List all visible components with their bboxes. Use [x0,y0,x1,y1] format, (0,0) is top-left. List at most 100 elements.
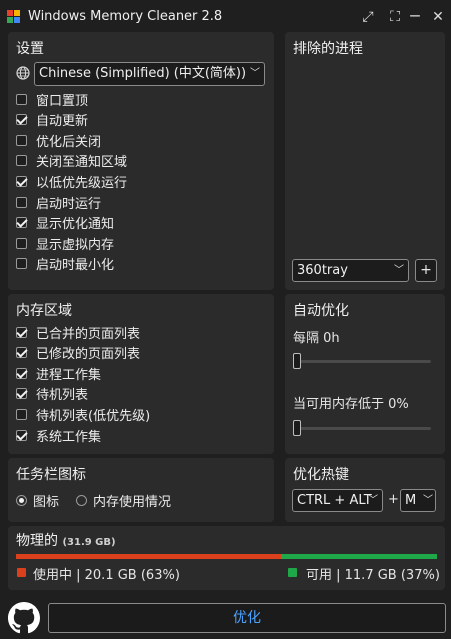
physical-memory-heading: 物理的 (31.9 GB) [16,530,116,550]
checkbox[interactable] [16,347,27,359]
setting-option-label: 优化后关闭 [36,134,102,150]
checkbox[interactable] [16,93,27,105]
used-memory-label: 使用中 | 20.1 GB (63%) [33,568,180,583]
memory-area-option[interactable]: 已修改的页面列表 [16,344,140,362]
setting-option-label: 启动时运行 [36,196,102,212]
chevron-down-icon: ﹀ [423,495,433,506]
memory-area-option-label: 进程工作集 [36,367,102,383]
setting-option[interactable]: 优化后关闭 [16,131,102,150]
setting-option[interactable]: 以低优先级运行 [16,172,127,191]
setting-option-label: 自动更新 [36,114,89,130]
language-select-value: Chinese (Simplified) (中文(简体)) [39,66,247,81]
radio-button[interactable] [76,494,87,506]
used-legend-swatch [17,568,26,577]
memory-area-option[interactable]: 已合并的页面列表 [16,323,141,342]
checkbox[interactable] [16,134,27,146]
close-icon[interactable]: ✕ [430,9,446,25]
optimize-button[interactable]: 优化 [48,603,446,633]
auto-optimize-panel: 自动优化 每隔 0h 当可用内存低于 0% [285,294,445,454]
checkbox[interactable] [16,114,27,126]
setting-option[interactable]: 窗口置顶 [16,90,89,109]
physical-memory-total: (31.9 GB) [62,537,116,548]
interval-label: 每隔 0h [293,331,340,346]
globe-icon [16,66,30,80]
expand-icon[interactable]: ⤢ [360,9,376,25]
tray-icon-option[interactable]: 内存使用情况 [76,491,172,510]
chevron-down-icon: ﹀ [250,68,260,79]
chevron-down-icon: ﹀ [368,495,378,506]
process-select-value: 360tray [297,263,348,278]
settings-heading: 设置 [16,41,44,57]
checkbox[interactable] [16,155,27,167]
memory-used-fill [16,554,282,559]
setting-option[interactable]: 显示虚拟内存 [16,234,115,253]
excluded-processes-panel: 排除的进程 360tray ﹀ + [285,32,445,290]
free-memory-threshold-label: 当可用内存低于 0% [293,397,409,412]
setting-option[interactable]: 自动更新 [16,111,88,129]
excluded-processes-heading: 排除的进程 [293,41,363,57]
tray-icon-panel: 任务栏图标 图标 内存使用情况 [8,458,274,522]
checkbox[interactable] [16,408,27,420]
interval-slider-thumb[interactable] [293,353,301,369]
memory-area-option-label: 已修改的页面列表 [36,347,141,363]
settings-panel: 设置 Chinese (Simplified) (中文(简体)) ﹀ 窗口置顶自… [8,32,274,290]
window-title: Windows Memory Cleaner 2.8 [28,9,223,24]
memory-area-option-label: 系统工作集 [36,429,102,445]
minimize-icon[interactable]: ‒ [407,7,423,25]
setting-option[interactable]: 启动时运行 [16,193,102,212]
radio-button[interactable] [16,494,27,506]
setting-option-label: 窗口置顶 [36,93,89,109]
auto-optimize-heading: 自动优化 [293,303,349,319]
process-select[interactable]: 360tray ﹀ [292,259,409,282]
hotkey-plus-label: + [388,492,399,507]
memory-area-option[interactable]: 待机列表 [16,385,88,403]
threshold-slider-track[interactable] [295,427,431,430]
hotkey-heading: 优化热键 [293,467,349,483]
memory-area-option-label: 已合并的页面列表 [36,326,141,342]
add-process-button[interactable]: + [415,259,437,282]
chevron-down-icon: ﹀ [394,265,404,276]
free-legend-swatch [288,568,297,577]
title-bar: Windows Memory Cleaner 2.8 ⤢ ⛶ ‒ ✕ [0,0,451,34]
checkbox[interactable] [16,429,27,441]
memory-area-option[interactable]: 待机列表(低优先级) [16,405,151,424]
checkbox[interactable] [16,196,27,208]
memory-usage-bar [16,554,437,559]
free-memory-label: 可用 | 11.7 GB (37%) [306,568,440,583]
setting-option[interactable]: 关闭至通知区域 [16,152,127,170]
hotkey-key-value: M [405,493,417,508]
tray-icon-option-label: 内存使用情况 [93,494,172,510]
checkbox[interactable] [16,258,27,270]
checkbox[interactable] [16,388,27,400]
language-select[interactable]: Chinese (Simplified) (中文(简体)) ﹀ [34,62,265,86]
screen-capture-icon[interactable]: ⛶ [387,9,403,25]
memory-area-option-label: 待机列表 [36,388,89,404]
checkbox[interactable] [16,367,27,379]
tray-icon-option[interactable]: 图标 [16,491,60,510]
checkbox[interactable] [16,237,27,249]
hotkey-modifier-value: CTRL + ALT [297,493,372,508]
setting-option-label: 显示虚拟内存 [36,237,115,253]
memory-areas-heading: 内存区域 [16,303,72,319]
physical-memory-panel: 物理的 (31.9 GB) 使用中 | 20.1 GB (63%) 可用 | 1… [8,526,445,590]
hotkey-key-select[interactable]: M ﹀ [400,489,436,512]
setting-option[interactable]: 显示优化通知 [16,214,114,232]
checkbox[interactable] [16,175,27,187]
github-icon[interactable] [8,602,40,634]
memory-area-option-label: 待机列表(低优先级) [36,408,151,424]
interval-slider-track[interactable] [295,360,431,363]
setting-option-label: 关闭至通知区域 [36,155,128,171]
hotkey-modifier-select[interactable]: CTRL + ALT ﹀ [292,489,383,512]
app-logo-icon [7,10,21,24]
setting-option[interactable]: 启动时最小化 [16,255,114,273]
physical-memory-title: 物理的 [16,533,58,549]
memory-area-option[interactable]: 进程工作集 [16,364,102,383]
threshold-slider-thumb[interactable] [293,420,301,436]
setting-option-label: 启动时最小化 [36,258,115,274]
hotkey-panel: 优化热键 CTRL + ALT ﹀ + M ﹀ [285,458,445,522]
memory-area-option[interactable]: 系统工作集 [16,426,102,445]
tray-icon-option-label: 图标 [33,494,60,510]
checkbox[interactable] [16,326,27,338]
setting-option-label: 显示优化通知 [36,217,115,233]
checkbox[interactable] [16,217,27,229]
